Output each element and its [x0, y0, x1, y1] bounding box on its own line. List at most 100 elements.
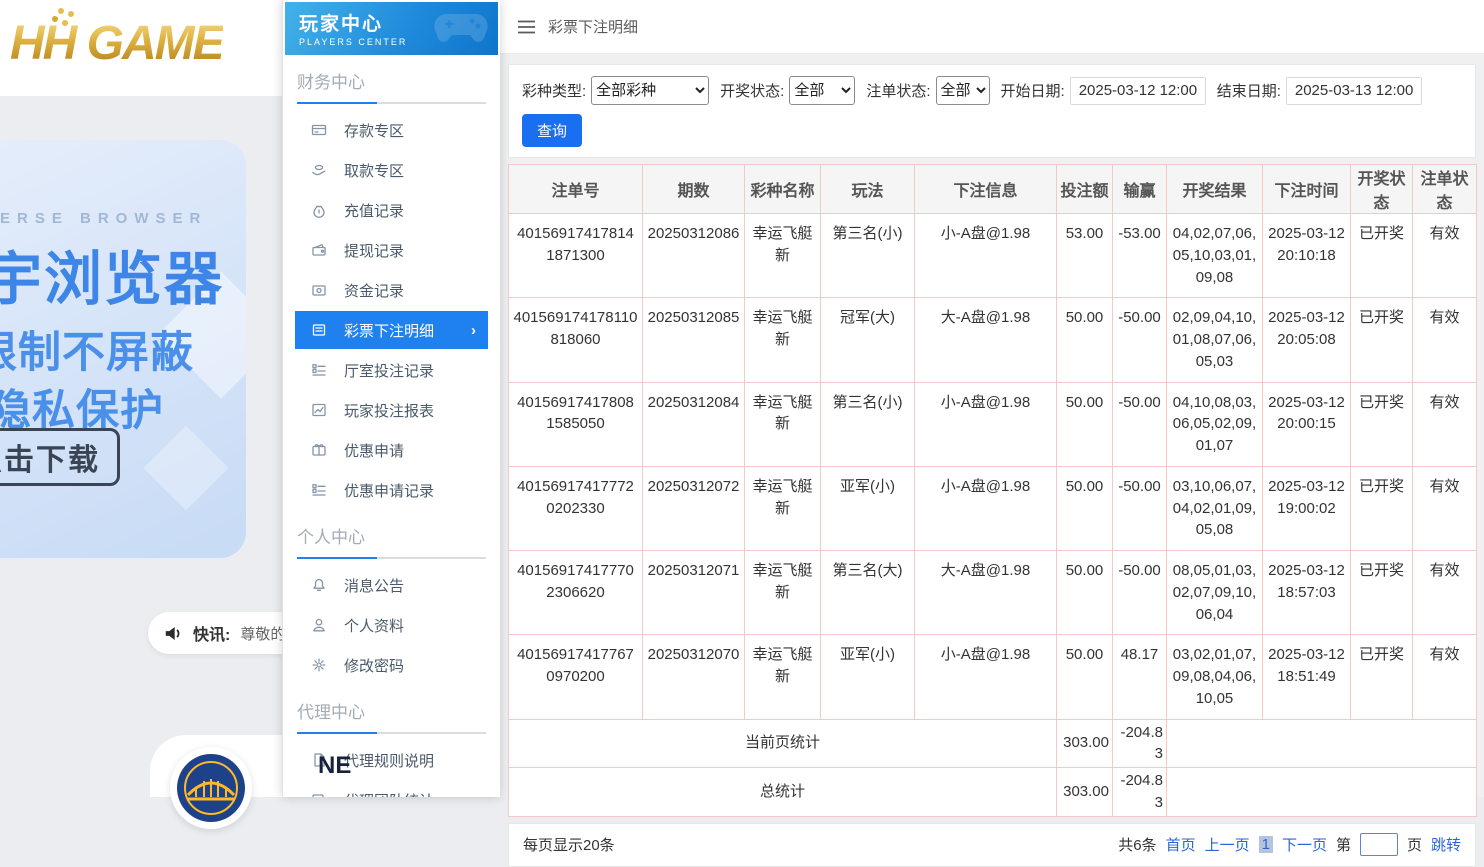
cell-play: 亚军(小)	[821, 635, 915, 719]
draw-status-label: 开奖状态:	[720, 80, 784, 101]
sidebar-item-label: 充值记录	[344, 200, 404, 221]
sidebar-item-withdraw-hand[interactable]: 取款专区	[283, 150, 500, 190]
cell-bet-amount: 50.00	[1057, 298, 1113, 382]
current-page-indicator: 1	[1259, 836, 1273, 853]
sidebar-item-label: 玩家投注报表	[344, 400, 434, 421]
sidebar-item-bell[interactable]: 消息公告	[283, 565, 500, 605]
sidebar-item-hall-record[interactable]: 厅室投注记录	[283, 350, 500, 390]
cell-period: 20250312070	[643, 635, 745, 719]
sidebar-item-recharge-bag[interactable]: 充值记录	[283, 190, 500, 230]
bet-table-card: 注单号期数彩种名称玩法下注信息投注额输赢开奖结果下注时间开奖状态注单状态 401…	[508, 164, 1476, 817]
filter-card: 彩种类型: 全部彩种 开奖状态: 全部 注单状态: 全部 开始日期: 结束日期:…	[508, 64, 1476, 158]
team-stats-icon	[311, 792, 327, 797]
first-page-link[interactable]: 首页	[1166, 834, 1196, 855]
cell-bet-time: 2025-03-12 20:00:15	[1263, 382, 1351, 466]
col-header-play: 玩法	[821, 165, 915, 214]
summary-bet-total: 303.00	[1057, 768, 1113, 817]
cell-draw-status: 已开奖	[1351, 298, 1413, 382]
sidebar-item-label: 消息公告	[344, 575, 404, 596]
cell-draw-status: 已开奖	[1351, 551, 1413, 635]
sidebar-item-promo-record[interactable]: 优惠申请记录	[283, 470, 500, 510]
cell-order-status: 有效	[1413, 214, 1477, 298]
sidebar-item-label: 厅室投注记录	[344, 360, 434, 381]
summary-row: 当前页统计303.00-204.83	[509, 719, 1477, 768]
page-jump-input[interactable]	[1360, 833, 1398, 856]
cell-bet-time: 2025-03-12 18:51:49	[1263, 635, 1351, 719]
sidebar-item-cashout-wallet[interactable]: 提现记录	[283, 230, 500, 270]
end-date-input[interactable]	[1286, 77, 1422, 105]
cell-draw-status: 已开奖	[1351, 635, 1413, 719]
search-button[interactable]: 查询	[522, 114, 582, 147]
next-page-link[interactable]: 下一页	[1282, 834, 1327, 855]
gamepad-icon	[432, 6, 490, 46]
cell-draw-result: 03,10,06,07,04,02,01,09,05,08	[1167, 466, 1263, 550]
summary-empty	[1167, 719, 1477, 768]
banner-subtitle: ERSE BROWSER	[0, 210, 207, 227]
summary-winloss-total: -204.83	[1113, 719, 1167, 768]
jump-prefix-text: 第	[1336, 834, 1351, 855]
cell-bet-amount: 50.00	[1057, 551, 1113, 635]
lottery-type-select[interactable]: 全部彩种	[591, 76, 709, 105]
cell-period: 20250312071	[643, 551, 745, 635]
cell-play: 第三名(小)	[821, 382, 915, 466]
cell-order-status: 有效	[1413, 551, 1477, 635]
funds-icon	[311, 282, 327, 298]
cell-play: 第三名(大)	[821, 551, 915, 635]
sidebar-item-gear[interactable]: 修改密码	[283, 645, 500, 685]
cell-period: 20250312085	[643, 298, 745, 382]
cell-bet-time: 2025-03-12 20:05:08	[1263, 298, 1351, 382]
sidebar-item-label: 个人资料	[344, 615, 404, 636]
sidebar-item-promo[interactable]: 优惠申请	[283, 430, 500, 470]
user-icon	[311, 617, 327, 633]
ticker-text: 尊敬的	[240, 623, 285, 644]
player-report-icon	[311, 402, 327, 418]
sidebar-section-underline	[297, 557, 486, 559]
team-logo	[170, 747, 252, 829]
col-header-order-status: 注单状态	[1413, 165, 1477, 214]
cell-period: 20250312084	[643, 382, 745, 466]
draw-status-select[interactable]: 全部	[789, 76, 855, 105]
hamburger-menu-icon[interactable]	[518, 20, 535, 34]
cell-lottery-name: 幸运飞艇新	[745, 551, 821, 635]
jump-link[interactable]: 跳转	[1431, 834, 1461, 855]
sidebar-section-label: 财务中心	[283, 55, 500, 102]
order-status-select[interactable]: 全部	[936, 76, 990, 105]
sidebar-item-label: 优惠申请记录	[344, 480, 434, 501]
sidebar-item-team-stats[interactable]: 代理团队统计	[283, 780, 500, 797]
browser-ad-banner[interactable]: ERSE BROWSER 宇浏览器 限制不屏蔽 隐私保护 点击下载	[0, 140, 246, 558]
prev-page-link[interactable]: 上一页	[1205, 834, 1250, 855]
sidebar-item-lottery-detail[interactable]: 彩票下注明细›	[295, 311, 488, 349]
summary-row: 总统计303.00-204.83	[509, 768, 1477, 817]
cell-lottery-name: 幸运飞艇新	[745, 635, 821, 719]
cell-play: 冠军(大)	[821, 298, 915, 382]
cell-draw-status: 已开奖	[1351, 466, 1413, 550]
cell-lottery-name: 幸运飞艇新	[745, 466, 821, 550]
sidebar-item-doc[interactable]: 代理规则说明	[283, 740, 500, 780]
main-panel: 彩票下注明细 彩种类型: 全部彩种 开奖状态: 全部 注单状态: 全部 开始日期…	[500, 0, 1484, 797]
sidebar-nav: 财务中心存款专区取款专区充值记录提现记录资金记录彩票下注明细› 厅室投注记录玩家投…	[283, 55, 500, 797]
sidebar-item-player-report[interactable]: 玩家投注报表	[283, 390, 500, 430]
gear-icon	[311, 657, 327, 673]
total-count-text: 共6条	[1118, 834, 1156, 855]
cell-draw-result: 08,05,01,03,02,07,09,10,06,04	[1167, 551, 1263, 635]
cell-draw-result: 03,02,01,07,09,08,04,06,10,05	[1167, 635, 1263, 719]
cell-draw-status: 已开奖	[1351, 382, 1413, 466]
cell-bet-amount: 50.00	[1057, 466, 1113, 550]
cell-order-no: 401569174177702306620	[509, 551, 643, 635]
cell-bet-time: 2025-03-12 19:00:02	[1263, 466, 1351, 550]
pagination-bar: 每页显示20条 共6条 首页 上一页 1 下一页 第 页 跳转	[508, 823, 1476, 867]
bet-table-body: 40156917417814187130020250312086幸运飞艇新第三名…	[509, 214, 1477, 817]
banner-title: 宇浏览器	[0, 232, 224, 316]
col-header-order-no: 注单号	[509, 165, 643, 214]
col-header-draw-result: 开奖结果	[1167, 165, 1263, 214]
download-button[interactable]: 点击下载	[0, 428, 120, 486]
cell-period: 20250312072	[643, 466, 745, 550]
start-date-label: 开始日期:	[1001, 80, 1065, 101]
col-header-win-loss: 输赢	[1113, 165, 1167, 214]
sidebar-item-label: 优惠申请	[344, 440, 404, 461]
sidebar-item-deposit-card[interactable]: 存款专区	[283, 110, 500, 150]
cell-order-no: 401569174177720202330	[509, 466, 643, 550]
sidebar-item-funds[interactable]: 资金记录	[283, 270, 500, 310]
sidebar-item-user[interactable]: 个人资料	[283, 605, 500, 645]
start-date-input[interactable]	[1070, 77, 1206, 105]
